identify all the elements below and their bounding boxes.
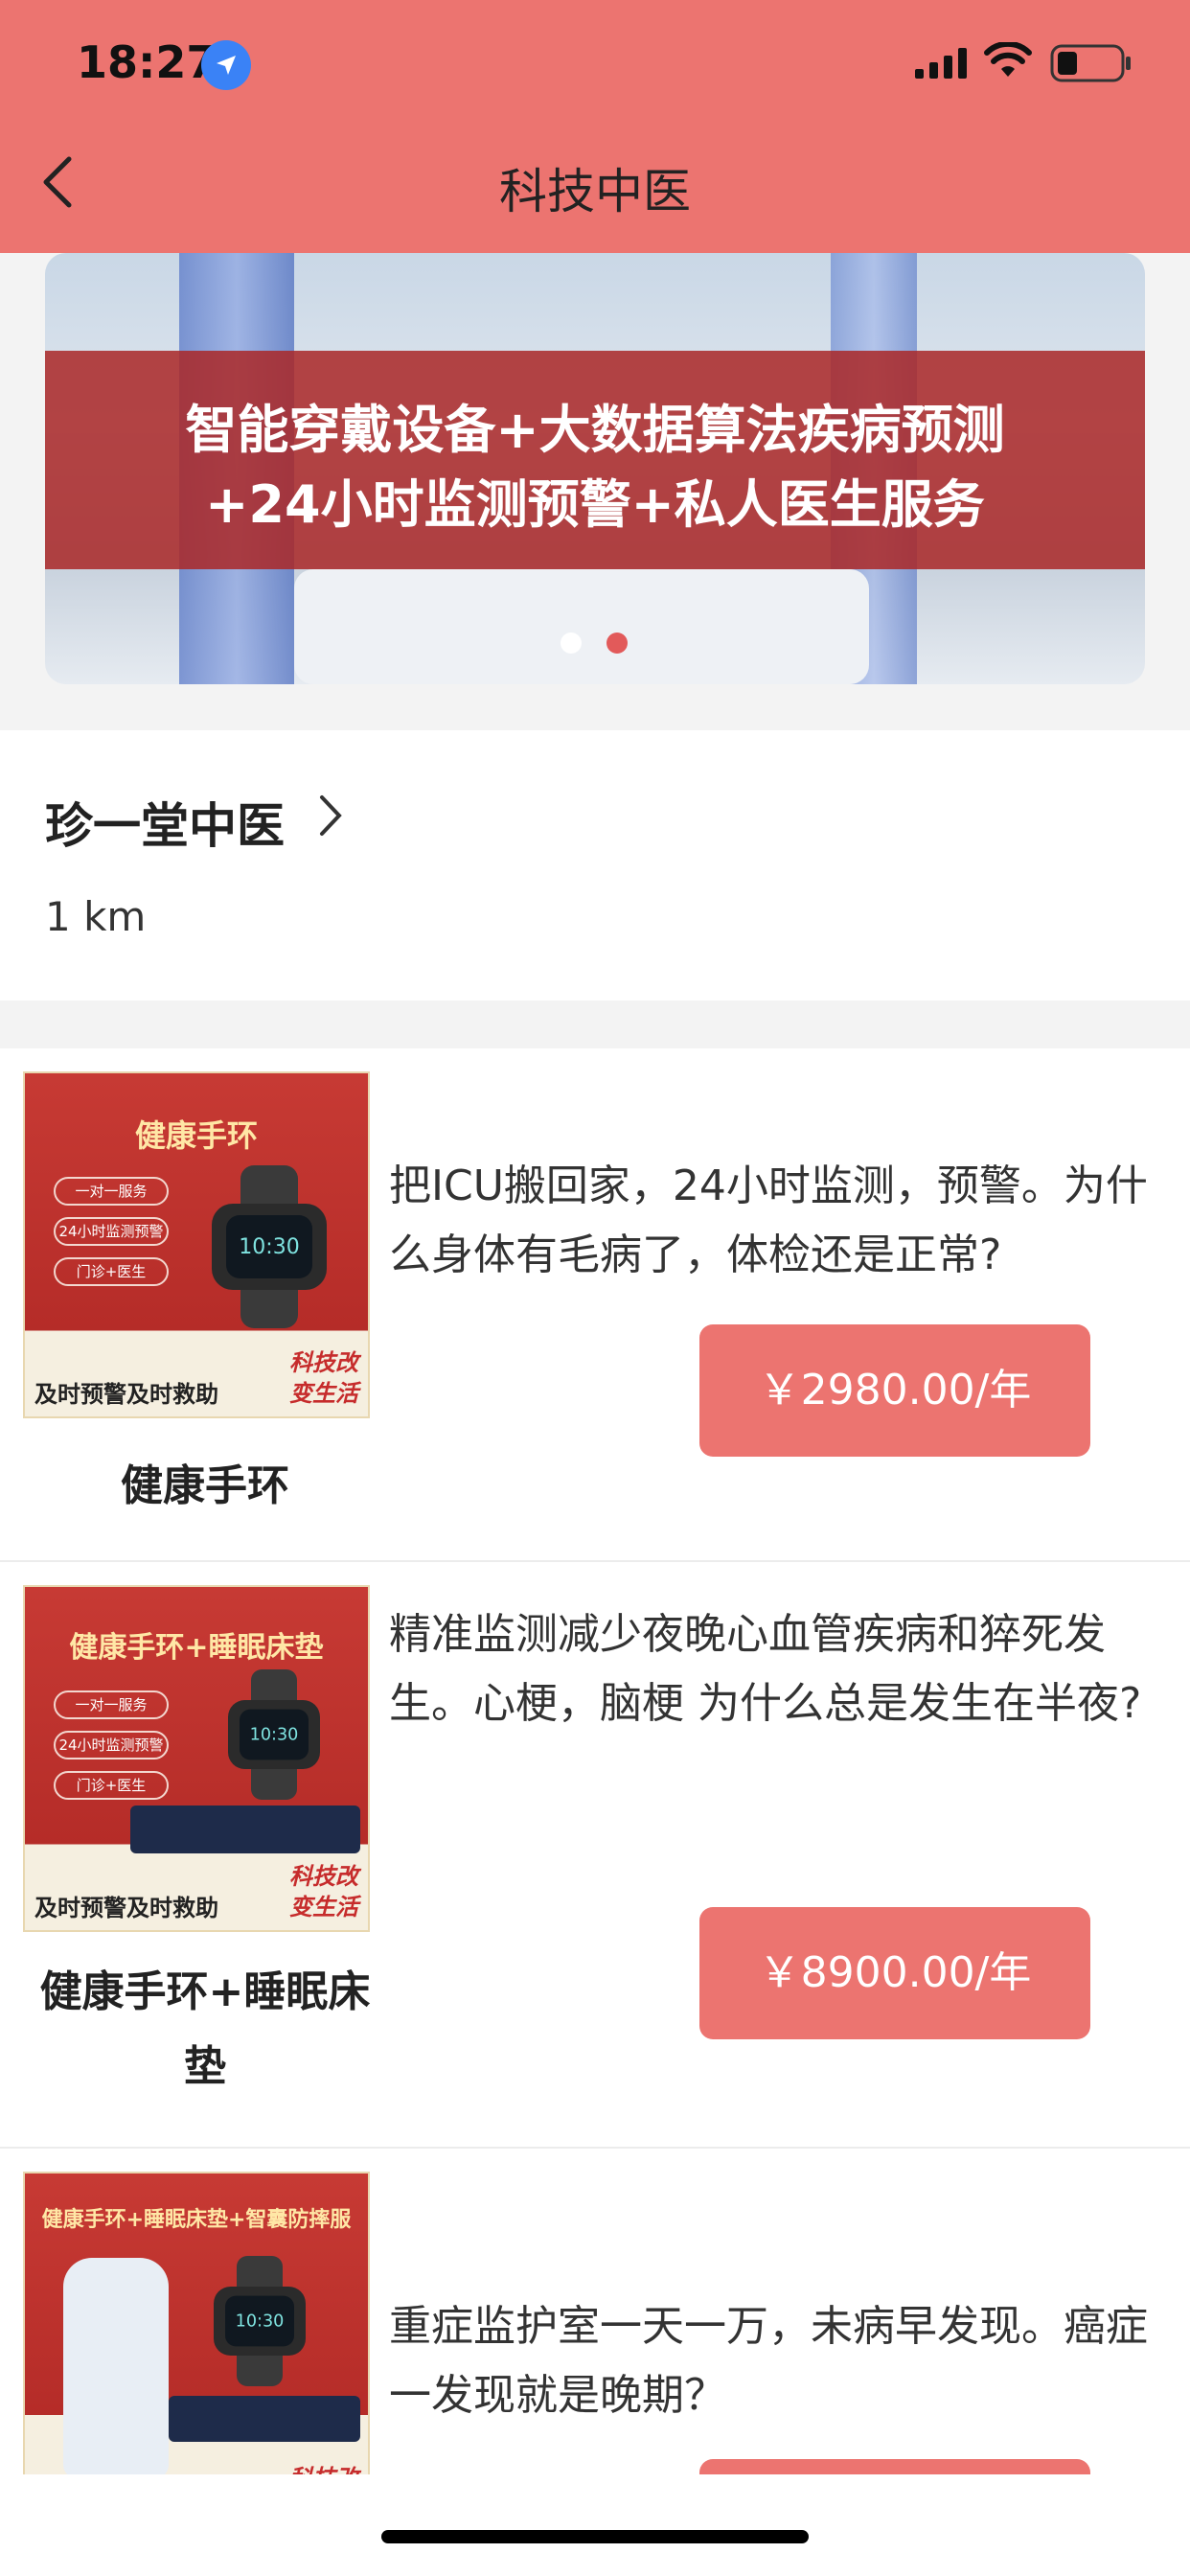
header-bar: 18:27 科技中医 [0, 0, 1190, 253]
product-image-title: 健康手环 [134, 1117, 258, 1154]
feature-pill: 24小时监测预警 [54, 1217, 169, 1246]
product-image[interactable]: 健康手环 一对一服务 24小时监测预警 门诊+医生 10:30 及时预警及时救助… [23, 1071, 370, 1418]
product-card[interactable]: 健康手环 一对一服务 24小时监测预警 门诊+医生 10:30 及时预警及时救助… [0, 1048, 1190, 1562]
banner-line-1: 智能穿戴设备+大数据算法疾病预测 [185, 400, 1005, 460]
price-button[interactable]: ￥8900.00/年 [699, 1907, 1090, 2039]
feature-pill: 门诊+医生 [54, 1771, 169, 1800]
product-image-tag: 科技改 变生活 [289, 1349, 358, 1407]
price-button[interactable] [699, 2459, 1090, 2474]
product-description: 把ICU搬回家，24小时监测，预警。为什么身体有毛病了，体检还是正常? [389, 1162, 1148, 1279]
feature-pill: 一对一服务 [54, 1690, 169, 1719]
smartwatch-icon: 10:30 [214, 2256, 306, 2386]
product-card[interactable]: 健康手环+睡眠床垫+智囊防摔服 10:30 科技改 重症监护室一天一万，未病早发… [0, 2149, 1190, 2474]
chevron-right-icon[interactable] [318, 794, 343, 841]
product-image-tag: 科技改 变生活 [289, 1863, 358, 1920]
feature-pill: 一对一服务 [54, 1177, 169, 1206]
battery-icon [1050, 44, 1133, 86]
product-image-title: 健康手环+睡眠床垫 [69, 1631, 324, 1665]
clinic-card[interactable]: 珍一堂中医 1 km [0, 730, 1190, 1000]
sleep-mattress-icon [130, 1806, 360, 1853]
airbag-vest-icon [63, 2258, 169, 2474]
product-card[interactable]: 健康手环+睡眠床垫 一对一服务 24小时监测预警 门诊+医生 10:30 及时预… [0, 1562, 1190, 2149]
wifi-icon [984, 40, 1032, 82]
feature-pill: 24小时监测预警 [54, 1731, 169, 1760]
banner-hospital-bed [294, 569, 869, 684]
status-time: 18:27 [77, 36, 217, 88]
svg-text:10:30: 10:30 [236, 2312, 285, 2332]
product-image-tag: 科技改 [289, 2463, 358, 2474]
product-image-footer: 及时预警及时救助 [34, 1895, 218, 1921]
product-image[interactable]: 健康手环+睡眠床垫+智囊防摔服 10:30 科技改 [23, 2172, 370, 2474]
product-image-footer: 及时预警及时救助 [34, 1381, 218, 1408]
product-description: 精准监测减少夜晚心血管疾病和猝死发生。心梗，脑梗 为什么总是发生在半夜? [389, 1610, 1142, 1728]
smartwatch-icon: 10:30 [228, 1669, 320, 1800]
price-button[interactable]: ￥2980.00/年 [699, 1324, 1090, 1457]
product-description: 重症监护室一天一万，未病早发现。癌症 一发现就是晚期？ [389, 2302, 1148, 2420]
home-indicator[interactable] [381, 2530, 809, 2543]
carousel-dot-2-active[interactable] [606, 632, 628, 654]
banner-carousel[interactable]: 智能穿戴设备+大数据算法疾病预测 +24小时监测预警+私人医生服务 [45, 253, 1145, 684]
product-name: 健康手环+睡眠床垫 [39, 1967, 371, 2091]
banner-section: 智能穿戴设备+大数据算法疾病预测 +24小时监测预警+私人医生服务 [0, 253, 1190, 730]
location-arrow-icon [201, 40, 251, 90]
clinic-distance: 1 km [45, 893, 147, 940]
page-title: 科技中医 [499, 164, 691, 219]
carousel-dot-1[interactable] [561, 632, 582, 654]
feature-pill: 门诊+医生 [54, 1257, 169, 1286]
product-image[interactable]: 健康手环+睡眠床垫 一对一服务 24小时监测预警 门诊+医生 10:30 及时预… [23, 1585, 370, 1932]
svg-text:10:30: 10:30 [239, 1235, 299, 1259]
clinic-name[interactable]: 珍一堂中医 [45, 788, 285, 857]
signal-icon [915, 48, 969, 82]
section-divider [0, 1000, 1190, 1048]
sleep-mattress-icon [169, 2396, 360, 2442]
smartwatch-icon: 10:30 [212, 1165, 327, 1328]
product-image-title: 健康手环+睡眠床垫+智囊防摔服 [41, 2208, 352, 2232]
banner-line-2: +24小时监测预警+私人医生服务 [205, 474, 985, 535]
svg-text:10:30: 10:30 [250, 1726, 299, 1745]
product-name: 健康手环 [121, 1461, 289, 1510]
